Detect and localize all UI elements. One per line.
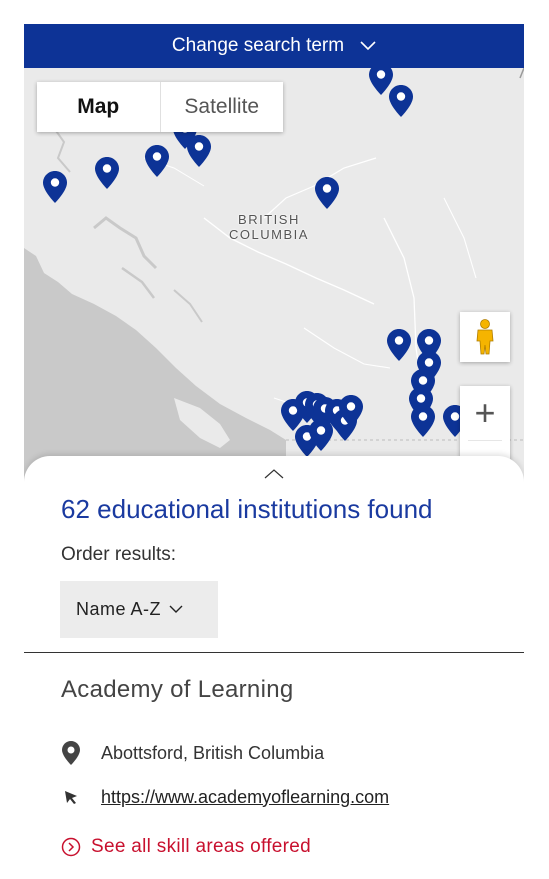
zoom-in-button[interactable]: +: [460, 386, 510, 440]
chevron-circle-right-icon: [61, 837, 81, 857]
pegman-icon: [476, 319, 494, 355]
map-type-map-button[interactable]: Map: [37, 82, 160, 132]
institution-website-link[interactable]: https://www.academyoflearning.com: [101, 787, 389, 808]
results-count: 62 educational institutions found: [61, 494, 433, 524]
change-search-term-button[interactable]: Change search term: [24, 24, 524, 68]
sort-select-value: Name A-Z: [76, 599, 162, 619]
map-pin-icon[interactable]: [338, 394, 364, 428]
map-pin-icon[interactable]: [94, 156, 120, 190]
institution-url-row: https://www.academyoflearning.com: [61, 785, 389, 809]
results-divider: [24, 652, 524, 653]
sort-select[interactable]: Name A-Z: [60, 581, 218, 638]
map-type-toggle: Map Satellite: [37, 82, 283, 132]
chevron-down-icon: [169, 605, 183, 613]
map-pin-icon[interactable]: [144, 144, 170, 178]
cursor-arrow-icon: [61, 785, 81, 809]
see-skill-areas-label: See all skill areas offered: [91, 836, 312, 857]
street-view-button[interactable]: [460, 312, 510, 362]
location-pin-icon: [61, 741, 81, 765]
map-type-satellite-button[interactable]: Satellite: [161, 82, 284, 132]
map-pin-icon[interactable]: [42, 170, 68, 204]
map-pin-icon[interactable]: [308, 418, 334, 452]
order-results-label: Order results:: [61, 544, 177, 565]
app-frame: Change search term Map Satellite BRITISH…: [24, 24, 524, 859]
map-pin-icon[interactable]: [186, 134, 212, 168]
see-skill-areas-link[interactable]: See all skill areas offered: [61, 836, 311, 858]
chevron-down-icon: [360, 41, 376, 51]
institution-location: Abottsford, British Columbia: [101, 742, 325, 763]
institution-name: Academy of Learning: [61, 676, 294, 703]
institution-location-row: Abottsford, British Columbia: [61, 741, 324, 765]
map-pin-icon[interactable]: [410, 404, 436, 438]
map-pin-icon[interactable]: [314, 176, 340, 210]
region-label-line2: COLUMBIA: [229, 227, 309, 242]
change-search-term-label: Change search term: [171, 35, 345, 56]
results-panel: 62 educational institutions found Order …: [24, 456, 524, 859]
chevron-up-icon[interactable]: [263, 468, 285, 480]
map-pin-icon[interactable]: [386, 328, 412, 362]
map-pin-icon[interactable]: [388, 84, 414, 118]
region-label: BRITISH COLUMBIA: [229, 212, 309, 242]
region-label-line1: BRITISH: [238, 212, 300, 227]
